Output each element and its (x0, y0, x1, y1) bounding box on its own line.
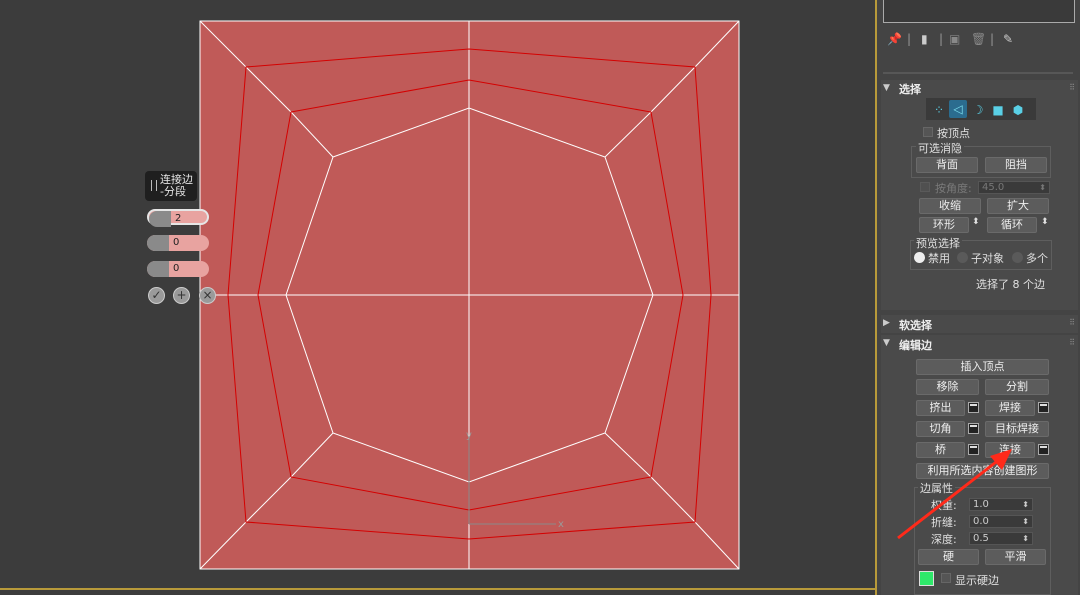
selection-rollout-title[interactable]: 选择 (899, 81, 921, 97)
preview-multi-radio[interactable] (1012, 252, 1023, 263)
hard-edge-color-swatch[interactable] (919, 571, 934, 586)
remove-modifier-icon[interactable]: 🗑 (971, 32, 986, 46)
insert-vertex-button[interactable]: 插入顶点 (916, 359, 1049, 375)
crease-value: 0.0 (973, 516, 989, 527)
angle-value: 45.0 (982, 182, 1005, 193)
ring-spinner-icon[interactable]: ⬍ (972, 217, 980, 227)
bridge-button[interactable]: 桥 (916, 442, 965, 458)
edge-icon[interactable]: ◁ (949, 100, 967, 118)
connect-settings-icon[interactable] (1038, 444, 1049, 455)
by-angle-label: 按角度: (935, 182, 972, 195)
grow-button[interactable]: 扩大 (987, 198, 1049, 214)
extrude-settings-icon[interactable] (968, 402, 979, 413)
collapse-arrow-icon: ▼ (883, 83, 890, 93)
crease-field[interactable]: 0.0 ⬍ (969, 515, 1033, 528)
ring-button[interactable]: 环形 (919, 217, 969, 233)
selection-status: 选择了 8 个边 (976, 278, 1045, 291)
vertex-icon[interactable]: ⁘ (930, 101, 948, 119)
border-icon[interactable]: ☽ (969, 101, 987, 119)
target-weld-button[interactable]: 目标焊接 (985, 421, 1049, 437)
loop-spinner-icon[interactable]: ⬍ (1041, 217, 1049, 227)
hard-button[interactable]: 硬 (918, 549, 979, 565)
preview-subobject-radio[interactable] (957, 252, 968, 263)
crease-label: 折缝: (931, 516, 957, 529)
shrink-button[interactable]: 收缩 (919, 198, 981, 214)
rollout-grip-icon: ⠿ (1069, 338, 1075, 347)
pin-icon[interactable]: 📌 (887, 32, 902, 46)
viewport[interactable]: y x 连接边 -分段 2 0 0 ✓ + × (0, 0, 876, 595)
angle-field[interactable]: 45.0 ⬍ (978, 181, 1050, 194)
split-button[interactable]: 分割 (985, 379, 1049, 395)
viewport-bottom-border (0, 588, 877, 590)
soft-selection-title[interactable]: 软选择 (899, 317, 932, 333)
weight-label: 权重: (931, 499, 957, 512)
remove-button[interactable]: 移除 (916, 379, 979, 395)
preview-subobject-label: 子对象 (971, 252, 1004, 265)
depth-value: 0.5 (973, 533, 989, 544)
element-icon[interactable]: ⬢ (1009, 101, 1027, 119)
bridge-settings-icon[interactable] (968, 444, 979, 455)
weld-button[interactable]: 焊接 (985, 400, 1035, 416)
panel-splitter[interactable] (883, 72, 1073, 74)
backface-button[interactable]: 背面 (916, 157, 978, 173)
show-end-result-icon[interactable]: ▮ (921, 32, 928, 46)
smooth-button[interactable]: 平滑 (985, 549, 1046, 565)
rollout-grip-icon: ⠿ (1069, 318, 1075, 327)
collapse-arrow-icon: ▼ (883, 338, 890, 348)
preview-multi-label: 多个 (1026, 252, 1048, 265)
object-name-field[interactable] (883, 0, 1075, 23)
chamfer-button[interactable]: 切角 (916, 421, 965, 437)
divider: | (907, 32, 912, 46)
edge-properties-label: 边属性 (918, 480, 955, 496)
extrude-button[interactable]: 挤出 (916, 400, 965, 416)
occluded-button[interactable]: 阻挡 (985, 157, 1047, 173)
connect-button[interactable]: 连接 (985, 442, 1035, 458)
weld-settings-icon[interactable] (1038, 402, 1049, 413)
divider: | (990, 32, 995, 46)
create-shape-button[interactable]: 利用所选内容创建图形 (916, 463, 1049, 479)
expand-arrow-icon: ▶ (883, 318, 890, 328)
by-vertex-label: 按顶点 (937, 127, 970, 140)
ignore-group-label: 可选消隐 (916, 140, 964, 156)
by-vertex-checkbox[interactable] (923, 127, 933, 137)
weight-value: 1.0 (973, 499, 989, 510)
soft-selection-rollout: ▶ 软选择 ⠿ (881, 315, 1078, 333)
depth-label: 深度: (931, 533, 957, 546)
rollout-grip-icon: ⠿ (1069, 83, 1075, 92)
loop-button[interactable]: 循环 (987, 217, 1037, 233)
selection-rollout: ▼ 选择 ⠿ ⁘ ◁ ☽ ■ ⬢ 按顶点 可选消隐 背面 阻挡 按角度: 45.… (881, 80, 1078, 310)
divider: | (939, 32, 944, 46)
weight-field[interactable]: 1.0 ⬍ (969, 498, 1033, 511)
polygon-icon[interactable]: ■ (989, 101, 1007, 119)
configure-sets-icon[interactable]: ✎ (1003, 32, 1013, 46)
make-unique-icon[interactable]: ▣ (949, 32, 960, 46)
depth-field[interactable]: 0.5 ⬍ (969, 532, 1033, 545)
show-hard-edges-label: 显示硬边 (955, 574, 999, 587)
edit-edges-rollout: ▼ 编辑边 ⠿ 插入顶点 移除 分割 挤出 焊接 切角 目标焊接 桥 连接 利用… (881, 335, 1078, 595)
command-panel: 📌 | ▮ | ▣ 🗑 | ✎ ▼ 选择 ⠿ ⁘ ◁ ☽ ■ ⬢ 按顶点 可选消… (877, 0, 1080, 595)
preview-group-label: 预览选择 (914, 235, 962, 251)
by-angle-checkbox[interactable] (920, 182, 930, 192)
preview-off-radio[interactable] (914, 252, 925, 263)
chamfer-settings-icon[interactable] (968, 423, 979, 434)
preview-off-label: 禁用 (928, 252, 950, 265)
edit-edges-title[interactable]: 编辑边 (899, 337, 932, 353)
show-hard-edges-checkbox[interactable] (941, 573, 951, 583)
